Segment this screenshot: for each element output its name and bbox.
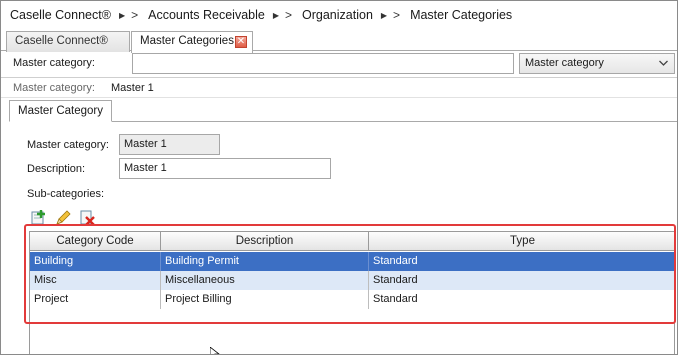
record-header-label: Master category:: [13, 82, 95, 94]
breadcrumb-item-caselle-connect[interactable]: Caselle Connect®: [8, 8, 113, 22]
chevron-right-icon: ▶: [272, 10, 279, 20]
search-field-select[interactable]: Master category: [519, 53, 675, 74]
separator-icon: >: [393, 8, 401, 22]
separator-icon: >: [285, 8, 293, 22]
divider: [1, 77, 677, 78]
description-label: Description:: [27, 163, 86, 175]
chevron-right-icon: ▶: [380, 10, 388, 20]
tab-master-categories[interactable]: Master Categories ✕: [131, 31, 253, 53]
tab-label: Caselle Connect®: [15, 35, 108, 47]
master-category-field: Master 1: [119, 134, 220, 155]
record-header-value: Master 1: [111, 82, 154, 94]
search-input[interactable]: [132, 53, 514, 74]
search-row: Master category: Master category: [1, 52, 677, 76]
select-value: Master category: [525, 57, 604, 69]
breadcrumb: Caselle Connect® ▶ > Accounts Receivable …: [8, 7, 514, 23]
chevron-right-icon: ▶: [118, 10, 126, 20]
breadcrumb-item-master-categories[interactable]: Master Categories: [408, 8, 514, 22]
search-label: Master category:: [13, 57, 95, 69]
chevron-down-icon: [658, 56, 669, 73]
breadcrumb-item-accounts-receivable[interactable]: Accounts Receivable: [146, 8, 267, 22]
description-field[interactable]: Master 1: [119, 158, 331, 179]
tab-label: Master Categories: [140, 35, 234, 47]
highlight-annotation: [24, 224, 676, 324]
breadcrumb-item-organization[interactable]: Organization: [300, 8, 375, 22]
close-icon[interactable]: ✕: [235, 36, 247, 48]
master-category-label: Master category:: [27, 139, 109, 151]
tab-caselle-connect[interactable]: Caselle Connect®: [6, 31, 130, 52]
separator-icon: >: [131, 8, 139, 22]
app-window: Caselle Connect® ▶ > Accounts Receivable …: [0, 0, 678, 355]
tab-strip: Caselle Connect® Master Categories ✕: [1, 29, 677, 53]
tab-master-category[interactable]: Master Category: [9, 100, 113, 122]
divider: [1, 97, 677, 98]
detail-tab-strip: Master Category: [9, 100, 677, 122]
subcategories-label: Sub-categories:: [27, 188, 105, 200]
mouse-cursor-icon: [209, 346, 220, 354]
